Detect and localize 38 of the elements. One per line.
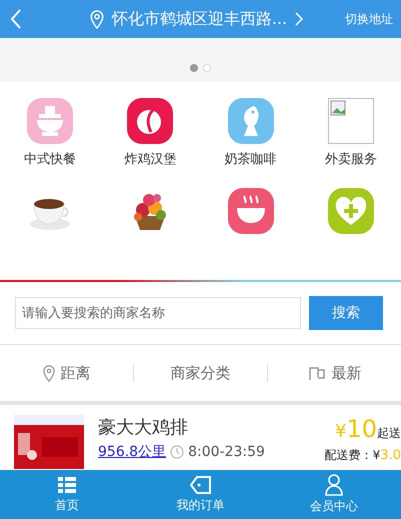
- grid-icon: [56, 475, 77, 495]
- heart-plus-icon[interactable]: [328, 188, 374, 234]
- sort-tab[interactable]: 最新: [332, 364, 362, 382]
- currency-sign: ¥: [335, 421, 346, 442]
- fish-icon[interactable]: [228, 98, 274, 144]
- category-label[interactable]: 中式快餐: [24, 150, 76, 168]
- switch-address-link[interactable]: 切换地址: [345, 10, 393, 28]
- nav-item[interactable]: 我的订单: [134, 470, 268, 519]
- sort-tab[interactable]: 距离: [60, 364, 90, 382]
- category-label[interactable]: 外卖服务: [324, 150, 377, 168]
- minimum-order-label: 起送: [377, 425, 401, 442]
- location-address[interactable]: 怀化市鹤城区迎丰西路...: [112, 8, 288, 30]
- nav-item[interactable]: 首页: [0, 470, 134, 519]
- location-pin-icon: [42, 364, 54, 382]
- opening-hours: 8:00-23:59: [188, 444, 265, 460]
- nav-item[interactable]: 会员中心: [267, 470, 401, 519]
- delivery-fee-label: 配送费：¥: [324, 447, 380, 464]
- category-label[interactable]: 奶茶咖啡: [224, 150, 277, 168]
- category-label[interactable]: 炸鸡汉堡: [124, 150, 176, 168]
- search-button[interactable]: 搜索: [309, 296, 383, 330]
- sort-tab[interactable]: 商家分类: [170, 364, 230, 382]
- hotpot-icon[interactable]: [27, 98, 74, 144]
- tag-icon: [190, 475, 212, 495]
- distance-link[interactable]: 956.8公里: [98, 443, 166, 461]
- delivery-fee: 3.0: [380, 448, 401, 463]
- leaf-icon[interactable]: [127, 98, 174, 144]
- back-icon[interactable]: [10, 8, 22, 30]
- broken-image-icon[interactable]: [328, 98, 374, 144]
- person-icon: [325, 474, 344, 496]
- location-pin-icon: [90, 10, 104, 28]
- carousel-dot[interactable]: [190, 64, 198, 72]
- flag-icon: [308, 365, 326, 381]
- bowl-icon[interactable]: [228, 188, 274, 234]
- minimum-order-price: 10: [346, 415, 377, 443]
- search-field[interactable]: 请输入要搜索的商家名称: [15, 297, 301, 329]
- chevron-right-icon[interactable]: [295, 12, 304, 26]
- shop-name[interactable]: 豪大大鸡排: [98, 415, 311, 439]
- clock-icon: [170, 445, 184, 459]
